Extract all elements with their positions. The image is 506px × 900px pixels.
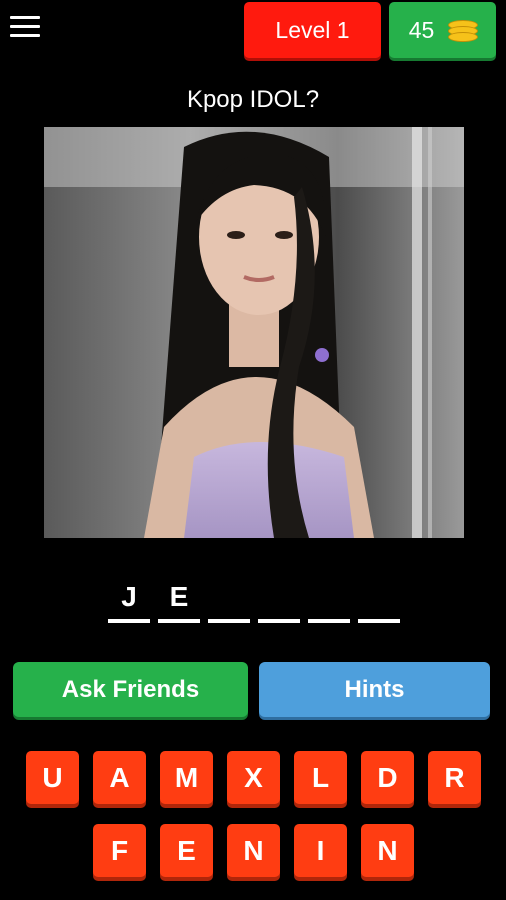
answer-slot[interactable]: J bbox=[108, 577, 150, 623]
coins-badge[interactable]: 45 bbox=[389, 2, 496, 58]
hamburger-menu-icon[interactable] bbox=[10, 16, 40, 42]
level-label: Level 1 bbox=[275, 16, 350, 43]
letter-key[interactable]: U bbox=[26, 751, 79, 804]
slot-underline bbox=[158, 619, 200, 623]
letter-key[interactable]: N bbox=[361, 824, 414, 877]
slot-underline bbox=[358, 619, 400, 623]
letter-key[interactable]: X bbox=[227, 751, 280, 804]
letter-key[interactable]: L bbox=[294, 751, 347, 804]
ask-friends-button[interactable]: Ask Friends bbox=[13, 662, 248, 717]
letter-key[interactable]: A bbox=[93, 751, 146, 804]
letter-key[interactable]: D bbox=[361, 751, 414, 804]
letter-key[interactable]: F bbox=[93, 824, 146, 877]
answer-letter: E bbox=[169, 581, 189, 612]
slot-underline bbox=[308, 619, 350, 623]
answer-slot[interactable] bbox=[358, 577, 400, 623]
letter-key[interactable]: M bbox=[160, 751, 213, 804]
letter-key[interactable]: I bbox=[294, 824, 347, 877]
answer-slots: J E bbox=[108, 577, 400, 623]
answer-letter: J bbox=[121, 581, 137, 612]
answer-slot[interactable] bbox=[208, 577, 250, 623]
idol-photo-illustration bbox=[44, 127, 464, 538]
letter-key[interactable]: N bbox=[227, 824, 280, 877]
answer-slot[interactable] bbox=[258, 577, 300, 623]
slot-underline bbox=[208, 619, 250, 623]
hints-button[interactable]: Hints bbox=[259, 662, 490, 717]
slot-underline bbox=[258, 619, 300, 623]
slot-underline bbox=[108, 619, 150, 623]
answer-slot[interactable]: E bbox=[158, 577, 200, 623]
answer-slot[interactable] bbox=[308, 577, 350, 623]
idol-photo bbox=[44, 127, 464, 538]
top-bar: Level 1 45 bbox=[0, 0, 506, 62]
coin-stack-icon bbox=[448, 19, 479, 42]
letter-key[interactable]: R bbox=[428, 751, 481, 804]
letter-key[interactable]: E bbox=[160, 824, 213, 877]
question-text: Kpop IDOL? bbox=[186, 86, 320, 113]
coin-count: 45 bbox=[408, 16, 435, 43]
level-badge: Level 1 bbox=[244, 2, 381, 58]
